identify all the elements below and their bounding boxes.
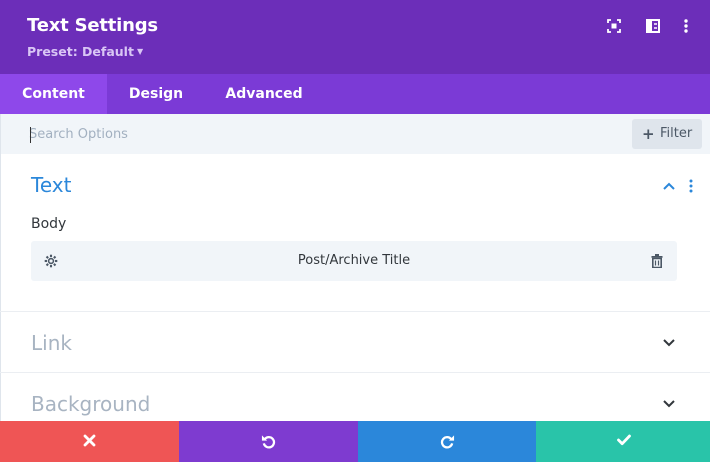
- settings-tabs: Content Design Advanced: [0, 74, 710, 114]
- body-dynamic-content-field[interactable]: Post/Archive Title: [31, 241, 677, 281]
- focus-mode-icon[interactable]: [606, 18, 622, 34]
- search-input[interactable]: [29, 120, 589, 148]
- trash-icon[interactable]: [651, 254, 663, 268]
- search-bar: [0, 114, 710, 154]
- checkmark-icon: [617, 434, 631, 446]
- section-title-background[interactable]: Background: [31, 392, 150, 416]
- preset-selector[interactable]: Preset: Default ▼: [27, 44, 143, 59]
- section-title-link[interactable]: Link: [31, 331, 72, 355]
- more-options-icon[interactable]: [678, 18, 694, 34]
- close-icon: [83, 434, 96, 447]
- split-view-icon[interactable]: [645, 18, 661, 34]
- save-button[interactable]: [536, 421, 710, 462]
- section-more-icon[interactable]: [687, 178, 695, 194]
- undo-icon: [261, 435, 276, 449]
- body-field-value: Post/Archive Title: [297, 253, 411, 268]
- panel-left-border: [0, 114, 1, 421]
- section-title-text[interactable]: Text: [31, 173, 71, 197]
- tab-content[interactable]: Content: [0, 74, 107, 114]
- body-field-label: Body: [31, 216, 67, 232]
- modal-header[interactable]: Text Settings Preset: Default ▼: [0, 0, 710, 74]
- chevron-down-icon[interactable]: [662, 399, 676, 409]
- undo-button[interactable]: [179, 421, 358, 462]
- filter-label: Filter: [660, 126, 693, 141]
- modal-footer: [0, 421, 710, 462]
- modal-title: Text Settings: [27, 15, 158, 36]
- tab-design[interactable]: Design: [107, 74, 205, 114]
- chevron-down-icon[interactable]: [662, 338, 676, 348]
- filter-button[interactable]: + Filter: [632, 119, 702, 149]
- tab-advanced[interactable]: Advanced: [205, 74, 323, 114]
- text-settings-modal: Text Settings Preset: Default ▼ Content D…: [0, 0, 710, 462]
- discard-button[interactable]: [0, 421, 179, 462]
- chevron-up-icon[interactable]: [662, 181, 676, 191]
- preset-label: Preset: Default: [27, 44, 134, 59]
- redo-button[interactable]: [358, 421, 536, 462]
- caret-down-icon: ▼: [136, 47, 144, 56]
- text-cursor: [30, 127, 31, 143]
- plus-icon: +: [642, 125, 655, 143]
- section-divider: [0, 311, 710, 312]
- section-divider: [0, 372, 710, 373]
- redo-icon: [440, 435, 455, 449]
